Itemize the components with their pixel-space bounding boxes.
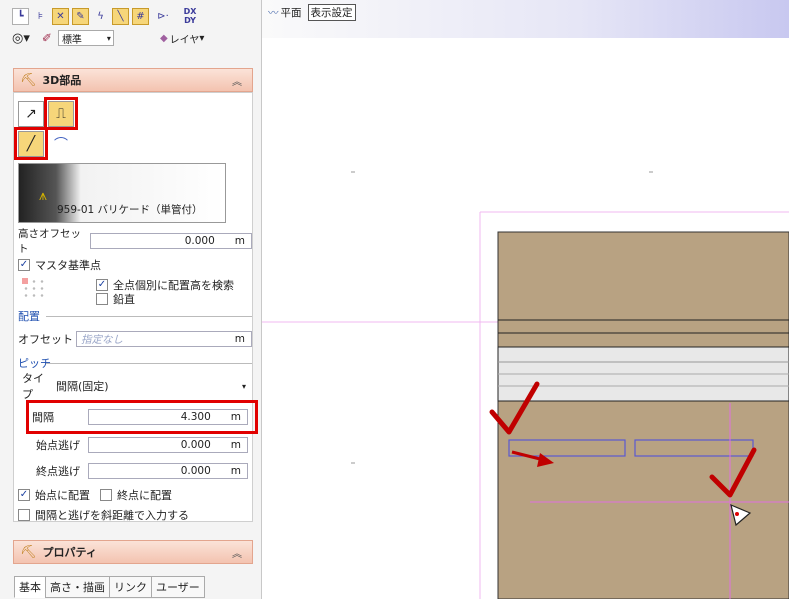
view-tabs: 〰 平面 表示設定: [268, 4, 356, 21]
master-ref-checkbox[interactable]: ✓: [18, 259, 30, 271]
type-select[interactable]: 間隔(固定) ▾: [54, 378, 250, 394]
tab-link[interactable]: リンク: [109, 576, 152, 598]
single-line-arrow-icon[interactable]: ↗: [18, 101, 44, 127]
toolbar-row-2: ◎▾ ✐ 標準 ▾ ◆ レイヤ ▾: [12, 28, 252, 48]
vertical-row: 鉛直: [96, 290, 135, 308]
offset-label: オフセット: [18, 333, 73, 346]
line-style-select[interactable]: 標準 ▾: [57, 30, 114, 46]
lightning-icon[interactable]: ϟ: [92, 8, 109, 25]
start-escape-field[interactable]: 0.000 m: [88, 437, 248, 453]
end-escape-value: 0.000: [180, 465, 211, 477]
slope-input-checkbox[interactable]: [18, 509, 30, 521]
start-escape-label: 始点逃げ: [36, 439, 80, 452]
tab-user[interactable]: ユーザー: [151, 576, 205, 598]
place-at-start-checkbox[interactable]: ✓: [18, 489, 30, 501]
start-escape-unit: m: [230, 439, 241, 451]
start-escape-value: 0.000: [180, 439, 211, 451]
barricade-glyph-icon: ⩚: [39, 188, 47, 204]
layer-label: レイヤ: [169, 34, 200, 46]
part-name: 959-01 バリケード（単管付）: [57, 204, 203, 216]
props-tabs: 基本 高さ・描画 リンク ユーザー: [14, 576, 252, 599]
place-at-end-label: 終点に配置: [117, 489, 172, 502]
offset-placeholder: 指定なし: [81, 333, 123, 346]
start-escape-row: 始点逃げ 0.000 m: [36, 436, 248, 454]
grid-icon[interactable]: #: [132, 7, 149, 25]
offset-row: オフセット 指定なし m: [18, 330, 252, 348]
line-style-value: 標準: [61, 34, 82, 46]
section-props-title: プロパティ: [42, 546, 97, 559]
end-escape-unit: m: [230, 465, 241, 477]
section-props-header[interactable]: ⛏ プロパティ ︽: [13, 540, 253, 564]
slope-input-label: 間隔と逃げを斜距離で入力する: [35, 509, 189, 522]
master-ref-label: マスタ基準点: [35, 259, 101, 272]
master-ref-row: ✓ マスタ基準点: [18, 256, 101, 274]
excavator-icon: ⛏: [20, 72, 37, 88]
place-at-end-checkbox[interactable]: [100, 489, 112, 501]
section-3d-header[interactable]: ⛏ 3D部品 ︽: [13, 68, 253, 92]
height-offset-field[interactable]: 0.000 m: [90, 233, 252, 249]
height-offset-row: 高さオフセット 0.000 m: [18, 228, 252, 255]
layer-icon: ◆: [159, 32, 168, 44]
offset-unit: m: [234, 333, 245, 345]
place-options-row: ✓ 始点に配置 終点に配置: [18, 486, 172, 504]
type-row: タイプ 間隔(固定) ▾: [22, 372, 250, 401]
collapse-chevron-icon[interactable]: ︽: [232, 545, 242, 560]
plan-view-label[interactable]: 平面: [281, 5, 302, 20]
pitch-group-line: [46, 363, 252, 364]
vertical-checkbox[interactable]: [96, 293, 108, 305]
height-offset-unit: m: [234, 235, 245, 247]
place-at-start-label: 始点に配置: [35, 489, 90, 502]
layer-button[interactable]: ◆ レイヤ ▾: [160, 31, 204, 46]
corner-select-icon[interactable]: ┗: [12, 7, 29, 25]
end-escape-row: 終点逃げ 0.000 m: [36, 462, 248, 480]
tab-basic[interactable]: 基本: [14, 576, 46, 598]
trim-icon[interactable]: ⊧: [32, 8, 49, 25]
cursor-snap-dot: [735, 512, 739, 516]
highlight-path-button: [44, 97, 78, 130]
dy-label: DY: [184, 16, 196, 25]
reference-point-marker: [22, 278, 28, 284]
height-offset-label: 高さオフセット: [18, 228, 81, 255]
collapse-chevron-icon[interactable]: ︽: [232, 73, 242, 88]
highlight-line-button: [14, 127, 48, 160]
toolbar-row-1: ┗ ⊧ ✕ ✎ ϟ ╲ # ⊳· DX DY: [12, 6, 206, 26]
arc-mode-icon[interactable]: ⌒: [48, 131, 74, 157]
offset-field[interactable]: 指定なし m: [76, 331, 252, 347]
highlight-interval-row: [26, 400, 258, 434]
road-surface: [497, 231, 789, 599]
end-escape-field[interactable]: 0.000 m: [88, 463, 248, 479]
part-thumbnail[interactable]: 959-01 バリケード（単管付） ⩚: [18, 163, 226, 223]
arrow-dash-icon[interactable]: ⊳·: [152, 8, 174, 25]
placement-group-line: [46, 316, 252, 317]
tab-height-draw[interactable]: 高さ・描画: [45, 576, 110, 598]
canvas-header: 〰 平面 表示設定: [262, 0, 789, 38]
slope-input-row: 間隔と逃げを斜距離で入力する: [18, 506, 189, 524]
vertical-label: 鉛直: [113, 293, 135, 306]
cross-box-icon[interactable]: ✕: [52, 7, 69, 25]
drawing-canvas[interactable]: [262, 0, 789, 599]
end-escape-label: 終点逃げ: [36, 465, 80, 478]
pencil-icon[interactable]: ✎: [72, 7, 89, 25]
section-3d-title: 3D部品: [42, 74, 82, 87]
height-offset-value: 0.000: [184, 235, 215, 247]
dx-dy-icon[interactable]: DX DY: [177, 7, 203, 25]
pen-icon[interactable]: ✐: [42, 31, 52, 45]
plan-view-icon: 〰: [268, 7, 279, 19]
excavator-icon: ⛏: [20, 544, 37, 560]
type-label: タイプ: [22, 372, 44, 401]
snap-mode-icon[interactable]: ◎▾: [12, 31, 30, 46]
diagonal-line-icon[interactable]: ╲: [112, 7, 129, 25]
left-panel: ┗ ⊧ ✕ ✎ ϟ ╲ # ⊳· DX DY ◎▾ ✐ 標準▾ ◆ レイヤ▾: [0, 0, 262, 599]
type-value: 間隔(固定): [56, 380, 109, 393]
dx-label: DX: [183, 7, 197, 16]
placement-group-label: 配置: [18, 310, 40, 323]
drawing-svg[interactable]: [262, 0, 789, 599]
display-settings-button[interactable]: 表示設定: [307, 4, 356, 21]
